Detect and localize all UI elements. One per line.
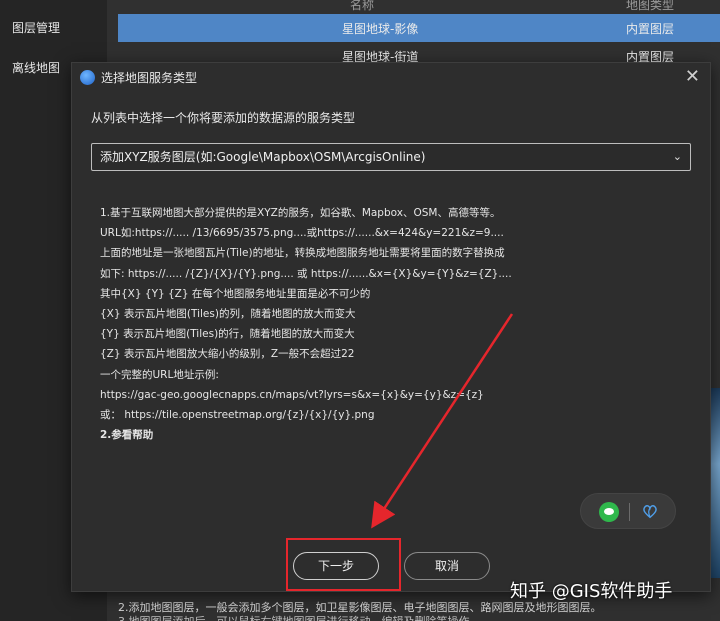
app-window: 图层管理 离线地图 名称 地图类型 星图地球-影像 内置图层 星图地球-街道 内…	[0, 0, 720, 621]
help-line: 其中{X} {Y} {Z} 在每个地图服务地址里面是必不可少的	[100, 287, 371, 300]
column-name-header: 名称	[350, 0, 375, 12]
divider	[629, 503, 630, 521]
help-line: {Z} 表示瓦片地图放大缩小的级别，Z一般不会超过22	[100, 348, 355, 361]
service-type-dialog: 选择地图服务类型 ✕ 从列表中选择一个你将要添加的数据源的服务类型 添加XYZ服…	[71, 62, 711, 592]
help-text: 1.基于互联网地图大部分提供的是XYZ的服务，如谷歌、Mapbox、OSM、高德…	[100, 203, 660, 445]
help-url-example: https://gac-geo.googlecnapps.cn/maps/vt?…	[100, 388, 484, 401]
help-link[interactable]: 2.参看帮助	[100, 425, 660, 445]
wechat-icon[interactable]	[599, 502, 619, 522]
help-line: 一个完整的URL地址示例:	[100, 368, 219, 381]
table-row[interactable]: 星图地球-影像 内置图层	[118, 14, 720, 42]
column-type-header: 地图类型	[626, 0, 675, 12]
chevron-down-icon: ⌄	[672, 150, 682, 163]
help-line: 如下: https://..... /{Z}/{X}/{Y}.png.... 或…	[100, 267, 512, 280]
help-url-example: 或： https://tile.openstreetmap.org/{z}/{x…	[100, 408, 375, 421]
sidebar-item-layer-manager[interactable]: 图层管理	[0, 8, 107, 48]
help-line: 1.基于互联网地图大部分提供的是XYZ的服务，如谷歌、Mapbox、OSM、高德…	[100, 207, 501, 219]
select-value: 添加XYZ服务图层(如:Google\Mapbox\OSM\ArcgisOnli…	[100, 150, 426, 164]
help-text-line: 3.地图图层添加后，可以鼠标右键地图图层进行移动、编辑及删除等操作	[118, 613, 470, 621]
close-icon[interactable]: ✕	[685, 66, 700, 88]
next-button[interactable]: 下一步	[293, 552, 379, 580]
help-line: {Y} 表示瓦片地图(Tiles)的行，随着地图的放大而变大	[100, 328, 355, 341]
layer-type: 内置图层	[626, 22, 675, 36]
app-logo-icon	[80, 69, 95, 85]
cancel-button[interactable]: 取消	[404, 552, 490, 580]
heart-share-icon[interactable]	[641, 502, 659, 520]
dialog-title: 选择地图服务类型	[101, 70, 198, 85]
watermark: 知乎 @GIS软件助手	[510, 581, 673, 602]
layer-name: 星图地球-影像	[342, 22, 419, 36]
help-line: URL如:https://..... /13/6695/3575.png....…	[100, 227, 504, 240]
dialog-prompt: 从列表中选择一个你将要添加的数据源的服务类型	[91, 111, 356, 125]
help-line: 上面的地址是一张地图瓦片(Tile)的地址，转换成地图服务地址需要将里面的数字替…	[100, 247, 505, 260]
dialog-title-bar: 选择地图服务类型	[72, 63, 710, 91]
share-widget	[580, 493, 676, 529]
service-type-select[interactable]: 添加XYZ服务图层(如:Google\Mapbox\OSM\ArcgisOnli…	[91, 143, 691, 171]
help-line: {X} 表示瓦片地图(Tiles)的列，随着地图的放大而变大	[100, 307, 356, 320]
layer-table-header: 名称 地图类型	[118, 0, 720, 14]
